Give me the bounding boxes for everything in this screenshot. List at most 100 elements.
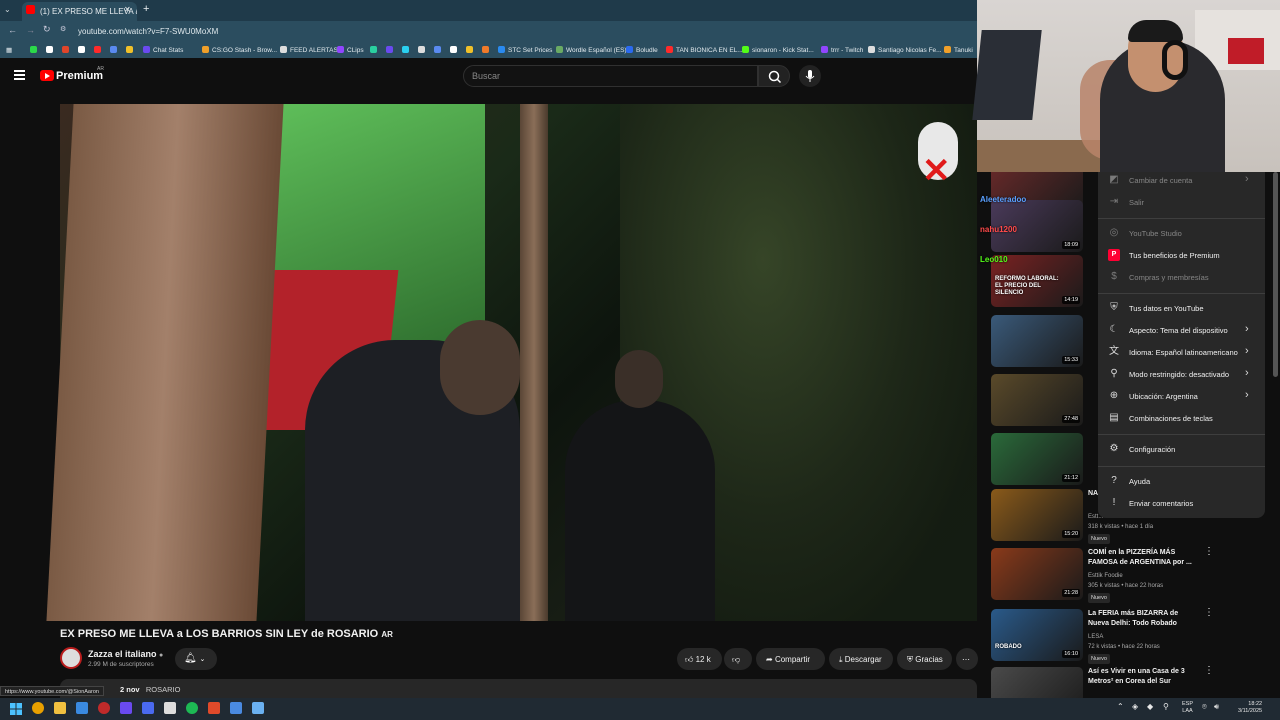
bookmark-csgo-stash[interactable]: CS:GO Stash - Brow... (202, 46, 277, 54)
channel-name[interactable]: Zazza el italiano ● (88, 649, 163, 659)
bookmark-boludle[interactable]: Boludle (626, 46, 658, 54)
bookmark-icon[interactable] (30, 46, 40, 54)
menu-item-help[interactable]: ? Ayuda (1108, 473, 1258, 491)
bookmark-icon[interactable] (434, 46, 444, 54)
more-options-icon[interactable]: ⋮ (1204, 607, 1214, 618)
url-field[interactable]: youtube.com/watch?v=F7-SWU0MoXM (70, 23, 970, 39)
bookmark-tan-bionica[interactable]: TAN BIONICA EN EL... (666, 46, 743, 54)
recommendation-title[interactable]: Así es Vivir en una Casa de 3 Metros² en… (1088, 667, 1198, 687)
tray-app-icon[interactable]: ◆ (1147, 702, 1153, 711)
tray-app-icon[interactable]: ◈ (1132, 702, 1138, 711)
menu-item-your-data[interactable]: ⛨ Tus datos en YouTube (1108, 300, 1258, 318)
menu-item-settings[interactable]: ⚙ Configuración (1108, 441, 1258, 459)
chrome-icon[interactable] (32, 702, 44, 714)
menu-item-switch-account[interactable]: ◩ Cambiar de cuenta › (1108, 172, 1258, 190)
bookmark-clips[interactable]: CLips (337, 46, 364, 54)
tab-close-icon[interactable]: ✕ (124, 5, 131, 14)
bookmark-icon[interactable] (110, 46, 120, 54)
recommendation-channel[interactable]: Esttik Foodie (1088, 571, 1123, 581)
more-options-icon[interactable]: ⋮ (1204, 665, 1214, 676)
bookmark-icon[interactable] (78, 46, 88, 54)
bookmark-icon[interactable] (126, 46, 136, 54)
language-indicator[interactable]: ESP LAA (1182, 701, 1193, 715)
recommendation-thumbnail[interactable]: 21:28 (991, 548, 1083, 600)
browser-tab[interactable]: (1) EX PRESO ME LLEVA a LOS B (22, 2, 137, 21)
app-icon[interactable] (208, 702, 220, 714)
search-button[interactable] (758, 65, 790, 87)
menu-item-youtube-studio[interactable]: ◎ YouTube Studio (1108, 225, 1258, 243)
channel-avatar[interactable] (60, 647, 82, 669)
menu-item-language[interactable]: 文 Idioma: Español latinoamericano › (1108, 344, 1258, 362)
tab-list-icon[interactable]: ⌄ (4, 5, 11, 14)
recommendation-title[interactable]: COMÍ en la PIZZERÍA MÁS FAMOSA de ARGENT… (1088, 548, 1198, 568)
bookmark-icon[interactable] (94, 46, 104, 54)
notifications-button[interactable]: 🔔︎ ⌄ (175, 648, 217, 670)
recommendation-thumbnail[interactable]: 27:48 (991, 374, 1083, 426)
app-icon[interactable] (76, 702, 88, 714)
bookmark-icon[interactable] (370, 46, 380, 54)
tray-overflow-icon[interactable]: ⌃ (1117, 702, 1124, 711)
recommendation-thumbnail[interactable]: 21:12 (991, 433, 1083, 485)
menu-icon[interactable] (14, 70, 25, 80)
network-icon[interactable]: ⌾ (1202, 702, 1207, 712)
more-options-icon[interactable]: ⋮ (1204, 546, 1214, 557)
bookmark-stc-set-prices[interactable]: STC Set Prices (498, 46, 552, 54)
app-icon[interactable] (98, 702, 110, 714)
bookmark-icon[interactable] (450, 46, 460, 54)
bookmark-icon[interactable] (466, 46, 476, 54)
menu-item-sign-out[interactable]: ⇥ Salir (1108, 194, 1258, 212)
voice-search-button[interactable] (799, 65, 821, 87)
dislike-button[interactable]: 👎︎ (724, 648, 752, 670)
windows-start-icon[interactable] (10, 702, 22, 715)
bookmark-kick-stats[interactable]: sionaron - Kick Stat... (742, 46, 814, 54)
menu-item-premium-benefits[interactable]: P Tus beneficios de Premium (1108, 247, 1258, 265)
file-explorer-icon[interactable] (54, 702, 66, 714)
scrollbar[interactable] (1273, 172, 1278, 377)
spotify-icon[interactable] (186, 702, 198, 714)
more-actions-button[interactable]: ⋯ (956, 648, 978, 670)
like-button[interactable]: 👍︎ 12 k (677, 648, 722, 670)
menu-item-feedback[interactable]: ! Enviar comentarios (1108, 495, 1258, 513)
search-input[interactable]: Buscar (463, 65, 758, 87)
thanks-button[interactable]: ⛨ Gracias (897, 648, 952, 670)
volume-icon[interactable]: 🔊︎ (1214, 702, 1219, 712)
bookmark-feed-alertas[interactable]: FEED ALERTAS (280, 46, 338, 54)
new-tab-icon[interactable]: + (143, 3, 149, 15)
app-icon[interactable] (164, 702, 176, 714)
menu-item-keyboard[interactable]: ▤ Combinaciones de teclas (1108, 410, 1258, 428)
app-icon[interactable] (142, 702, 154, 714)
menu-item-purchases[interactable]: $ Compras y membresías (1108, 269, 1258, 287)
bookmark-twitch[interactable]: trrr - Twitch (821, 46, 863, 54)
forward-icon[interactable]: → (26, 25, 35, 35)
app-icon[interactable] (252, 702, 264, 714)
clock[interactable]: 18:22 3/11/2025 (1238, 701, 1262, 715)
site-info-icon[interactable]: ⚙ (60, 25, 66, 33)
recommendation-thumbnail[interactable]: ROBADO 16:10 (991, 609, 1083, 661)
share-button[interactable]: ➦ Compartir (756, 648, 825, 670)
bookmark-santiago[interactable]: Santiago Nicolas Fe... (868, 46, 942, 54)
recommendation-title[interactable]: La FERIA más BIZARRA de Nueva Delhi: Tod… (1088, 609, 1198, 629)
recommendation-thumbnail[interactable]: 15:33 (991, 315, 1083, 367)
back-icon[interactable]: ← (8, 25, 17, 35)
bookmark-wordle[interactable]: Wordle Español (ES) (556, 46, 627, 54)
bookmark-icon[interactable] (402, 46, 412, 54)
youtube-logo-icon[interactable] (40, 70, 54, 81)
recommendation-channel[interactable]: LESA (1088, 632, 1103, 642)
recommendation-thumbnail[interactable]: 15:20 (991, 489, 1083, 541)
bookmark-tanuki[interactable]: Tanuki (944, 46, 973, 54)
download-button[interactable]: ⤓ Descargar (829, 648, 893, 670)
app-icon[interactable] (230, 702, 242, 714)
bookmark-icon[interactable] (482, 46, 492, 54)
bookmark-icon[interactable] (418, 46, 428, 54)
discord-icon[interactable] (120, 702, 132, 714)
tray-app-icon[interactable]: ⚲ (1163, 702, 1169, 711)
bookmark-chat-stats[interactable]: Chat Stats (143, 46, 183, 54)
reload-icon[interactable]: ↻ (43, 24, 51, 35)
bookmark-icon[interactable] (386, 46, 396, 54)
bookmark-icon[interactable] (46, 46, 56, 54)
bookmark-icon[interactable] (62, 46, 72, 54)
menu-item-location[interactable]: ⊕ Ubicación: Argentina › (1108, 388, 1258, 406)
apps-icon[interactable]: ▦ (6, 46, 12, 54)
menu-item-restricted-mode[interactable]: ⚲ Modo restringido: desactivado › (1108, 366, 1258, 384)
menu-item-appearance[interactable]: ☾ Aspecto: Tema del dispositivo › (1108, 322, 1258, 340)
